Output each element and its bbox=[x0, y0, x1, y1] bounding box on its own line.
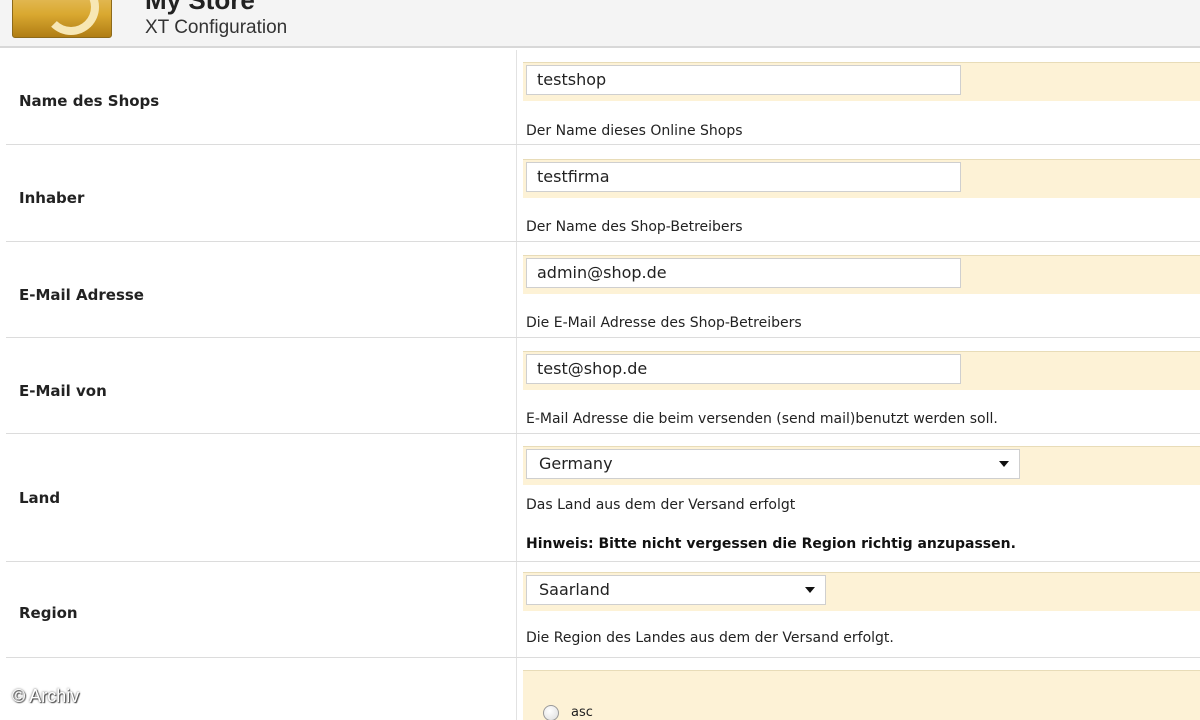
row-shop-name: Name des Shops testshop Der Name dieses … bbox=[6, 50, 1200, 145]
country-description: Das Land aus dem der Versand erfolgt bbox=[526, 497, 796, 513]
page-title: My Store bbox=[145, 0, 255, 15]
email-from-label: E-Mail von bbox=[19, 382, 107, 400]
shop-name-description: Der Name dieses Online Shops bbox=[526, 123, 743, 139]
owner-input[interactable]: testfirma bbox=[526, 162, 961, 192]
logo-mark bbox=[43, 0, 99, 35]
row-owner: Inhaber testfirma Der Name des Shop-Betr… bbox=[6, 145, 1200, 242]
owner-label: Inhaber bbox=[19, 189, 85, 207]
region-label: Region bbox=[19, 604, 78, 622]
email-from-cell: test@shop.de bbox=[523, 351, 1200, 390]
config-form: Name des Shops testshop Der Name dieses … bbox=[6, 50, 1200, 720]
page-header: My Store XT Configuration bbox=[0, 0, 1200, 48]
shop-name-cell: testshop bbox=[523, 62, 1200, 101]
row-email-address: E-Mail Adresse admin@shop.de Die E-Mail … bbox=[6, 242, 1200, 338]
country-select[interactable]: Germany bbox=[526, 449, 1020, 479]
chevron-down-icon bbox=[805, 587, 815, 593]
email-address-label: E-Mail Adresse bbox=[19, 286, 144, 304]
row-sort-order: asc bbox=[6, 658, 1200, 720]
row-country: Land Germany Das Land aus dem der Versan… bbox=[6, 434, 1200, 562]
shop-name-label: Name des Shops bbox=[19, 92, 160, 110]
sort-order-cell: asc bbox=[523, 670, 1200, 720]
asc-radio-label: asc bbox=[571, 705, 593, 720]
email-from-description: E-Mail Adresse die beim versenden (send … bbox=[526, 411, 998, 427]
store-logo-icon bbox=[12, 0, 112, 38]
row-region: Region Saarland Die Region des Landes au… bbox=[6, 562, 1200, 658]
region-select[interactable]: Saarland bbox=[526, 575, 826, 605]
region-select-value: Saarland bbox=[539, 580, 610, 599]
country-label: Land bbox=[19, 489, 61, 507]
email-from-input[interactable]: test@shop.de bbox=[526, 354, 961, 384]
chevron-down-icon bbox=[999, 461, 1009, 467]
region-description: Die Region des Landes aus dem der Versan… bbox=[526, 630, 894, 646]
shop-name-input[interactable]: testshop bbox=[526, 65, 961, 95]
asc-radio[interactable] bbox=[543, 705, 559, 720]
owner-cell: testfirma bbox=[523, 159, 1200, 198]
row-email-from: E-Mail von test@shop.de E-Mail Adresse d… bbox=[6, 338, 1200, 434]
country-hint: Hinweis: Bitte nicht vergessen die Regio… bbox=[526, 536, 1016, 552]
owner-description: Der Name des Shop-Betreibers bbox=[526, 219, 743, 235]
copyright-watermark: © Archiv bbox=[12, 686, 80, 706]
country-select-value: Germany bbox=[539, 454, 613, 473]
region-cell: Saarland bbox=[523, 572, 1200, 611]
page-subtitle: XT Configuration bbox=[145, 17, 288, 38]
email-address-input[interactable]: admin@shop.de bbox=[526, 258, 961, 288]
email-address-cell: admin@shop.de bbox=[523, 255, 1200, 294]
config-page: My Store XT Configuration Name des Shops… bbox=[0, 0, 1200, 720]
email-address-description: Die E-Mail Adresse des Shop-Betreibers bbox=[526, 315, 802, 331]
country-cell: Germany bbox=[523, 446, 1200, 485]
